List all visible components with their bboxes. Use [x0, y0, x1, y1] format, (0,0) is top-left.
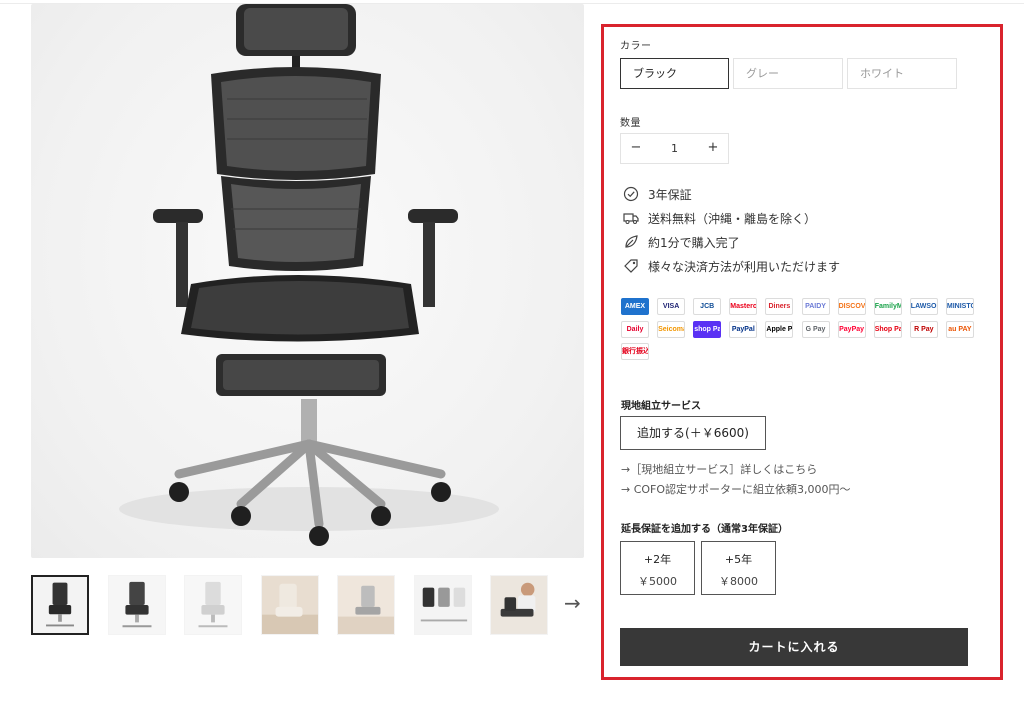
feature-text: 送料無料（沖縄・離島を除く）	[648, 211, 817, 226]
quantity-increase-button[interactable]: +	[698, 134, 728, 163]
quantity-stepper: − 1 +	[620, 133, 729, 164]
add-assembly-button[interactable]: 追加する(＋￥6600)	[620, 416, 766, 450]
payment-icon-seicomart: Seicomart	[657, 320, 686, 338]
thumbnail-1[interactable]	[31, 575, 89, 635]
assembly-details-link[interactable]: →［現地組立サービス］詳しくはこちら	[621, 461, 817, 477]
warranty-price: ￥8000	[719, 575, 758, 588]
thumbnail-3[interactable]	[184, 575, 242, 635]
warranty-price: ￥5000	[638, 575, 677, 588]
color-option-white[interactable]: ホワイト	[847, 58, 957, 89]
payment-icon-g-pay: G Pay	[801, 320, 830, 338]
feature-text: 3年保証	[648, 187, 692, 202]
color-option-gray[interactable]: グレー	[733, 58, 843, 89]
chair-illustration	[119, 4, 499, 546]
check-circle-icon	[623, 186, 639, 202]
product-main-image[interactable]	[31, 4, 584, 558]
payment-icon-familymart: FamilyMart	[873, 298, 902, 315]
quantity-label: 数量	[620, 118, 641, 129]
payment-icon-paidy: PAIDY	[801, 298, 830, 315]
leaf-icon	[625, 235, 638, 248]
payment-icon-apple-pay: Apple Pay	[765, 320, 794, 338]
assembly-service-title: 現地組立サービス	[621, 401, 701, 412]
payment-icon-au-pay: au PAY	[945, 320, 974, 338]
payment-icon-discover: DISCOVER	[837, 298, 866, 315]
feature-text: 約1分で購入完了	[648, 235, 740, 250]
thumbnail-7[interactable]	[490, 575, 548, 635]
quantity-decrease-button[interactable]: −	[621, 134, 651, 163]
thumbnail-next-arrow[interactable]: →	[564, 593, 581, 613]
warranty-option-2year[interactable]: +2年 ￥5000	[620, 541, 695, 595]
feature-payment-methods: 様々な決済方法が利用いただけます	[623, 257, 840, 275]
payment-icon-r-pay: R Pay	[909, 320, 938, 338]
payment-icon-amex: AMEX	[621, 298, 649, 315]
truck-icon	[623, 213, 639, 224]
payment-icon-ministop: MINISTOP	[945, 298, 974, 315]
warranty-option-5year[interactable]: +5年 ￥8000	[701, 541, 776, 595]
payment-icon-: 銀行振込	[621, 343, 649, 360]
quantity-value[interactable]: 1	[651, 134, 698, 163]
payment-icon-shop-pay: Shop Pay	[873, 320, 902, 338]
warranty-label: +5年	[724, 553, 753, 566]
payment-icon-shop-pay: shop Pay	[693, 320, 722, 338]
payment-icon-diners: Diners	[765, 298, 794, 315]
thumbnail-6[interactable]	[414, 575, 472, 635]
thumbnail-5[interactable]	[337, 575, 395, 635]
feature-free-shipping: 送料無料（沖縄・離島を除く）	[623, 209, 816, 227]
payment-icon-paypay: PayPay	[837, 320, 866, 338]
feature-warranty: 3年保証	[623, 185, 692, 203]
warranty-label: +2年	[643, 553, 672, 566]
payment-icon-paypal: PayPal	[729, 320, 758, 338]
feature-text: 様々な決済方法が利用いただけます	[648, 259, 841, 274]
payment-icon-daily: Daily	[621, 320, 649, 338]
add-to-cart-button[interactable]: カートに入れる	[620, 628, 968, 666]
payment-icon-mastercard: Mastercard	[729, 298, 758, 315]
color-label: カラー	[620, 41, 652, 52]
supporter-request-link[interactable]: → COFO認定サポーターに組立依頼3,000円〜	[621, 481, 851, 497]
color-option-black[interactable]: ブラック	[620, 58, 729, 89]
tag-icon	[624, 259, 638, 273]
payment-icon-visa: VISA	[657, 298, 686, 315]
thumbnail-4[interactable]	[261, 575, 319, 635]
purchase-options-panel: カラー ブラック グレー ホワイト 数量 − 1 + 3年保証 送料無料（沖縄・…	[601, 24, 1003, 680]
extended-warranty-title: 延長保証を追加する（通常3年保証）	[621, 524, 788, 535]
payment-icon-jcb: JCB	[693, 298, 722, 315]
payment-icon-lawson: LAWSON	[909, 298, 938, 315]
thumbnail-2[interactable]	[108, 575, 166, 635]
feature-quick-purchase: 約1分で購入完了	[623, 233, 740, 251]
